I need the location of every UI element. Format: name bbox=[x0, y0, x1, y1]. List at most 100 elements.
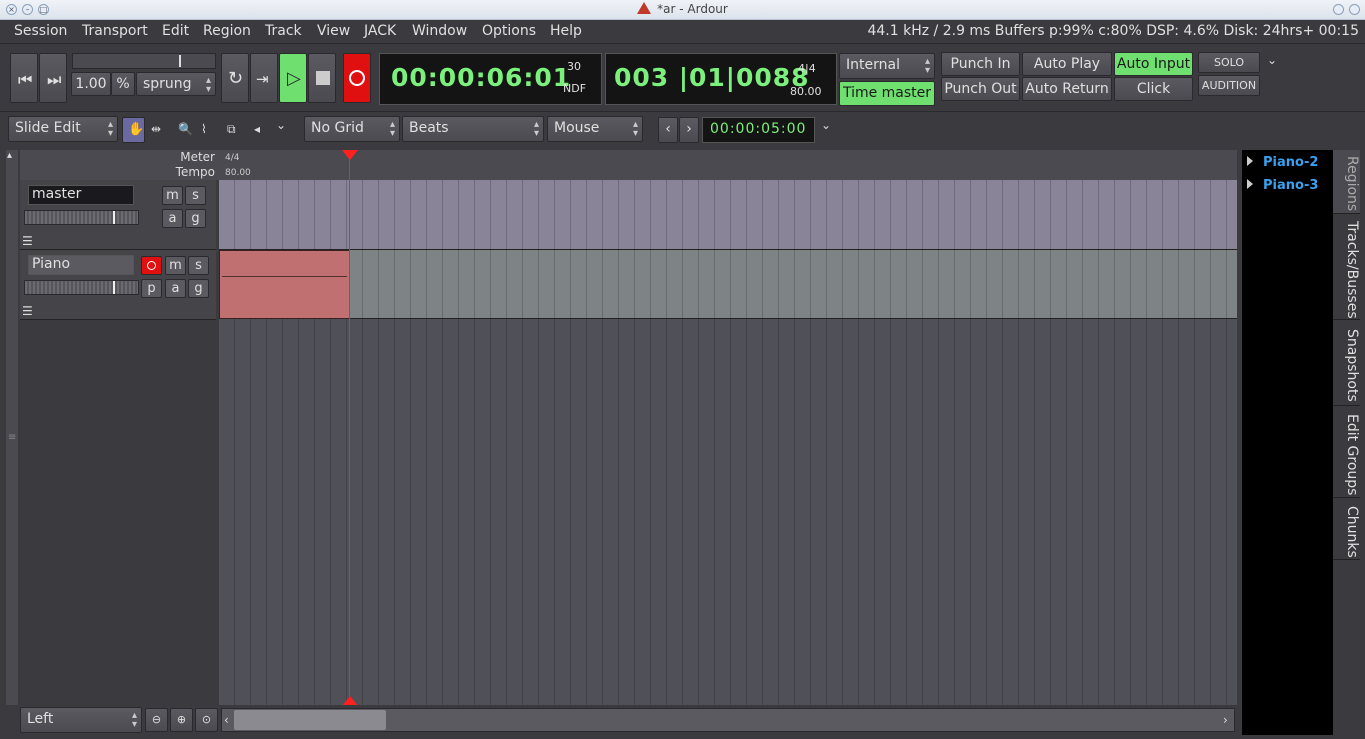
grid-type-select[interactable]: No Grid ▴ ▾ bbox=[304, 116, 400, 142]
tab-tracks-busses[interactable]: Tracks/Busses bbox=[1333, 216, 1360, 320]
punch-out-button[interactable]: Punch Out bbox=[941, 77, 1020, 101]
vertical-scrollbar[interactable]: ▴ ≡ ▾ bbox=[6, 150, 18, 735]
tempo-meter-ruler[interactable]: Meter Tempo 4/4 80.00 bbox=[20, 150, 1237, 180]
zoom-tool-icon[interactable]: 🔍 bbox=[178, 122, 193, 136]
nudge-more-chevron-icon[interactable]: ⌄ bbox=[821, 118, 831, 132]
playhead[interactable] bbox=[349, 152, 350, 705]
shuttle-mode-select[interactable]: sprung ▴ ▾ bbox=[136, 72, 216, 96]
record-arm-button[interactable] bbox=[141, 256, 162, 275]
scroll-left-icon[interactable]: ‹ bbox=[224, 713, 229, 727]
goto-end-button[interactable]: ⏭ bbox=[39, 53, 67, 103]
tab-regions[interactable]: Regions bbox=[1333, 150, 1360, 214]
speed-units-button[interactable]: % bbox=[111, 72, 135, 96]
audition-button[interactable]: AUDITION bbox=[1198, 75, 1260, 96]
play-range-button[interactable]: ⇥ bbox=[250, 53, 278, 103]
speed-display[interactable]: 1.00 bbox=[71, 72, 111, 96]
shuttle-slider[interactable] bbox=[72, 53, 216, 69]
menu-jack[interactable]: JACK bbox=[364, 23, 396, 39]
zoom-out-button[interactable]: ⊖ bbox=[145, 708, 168, 732]
playlist-button[interactable]: p bbox=[141, 279, 162, 298]
record-arm-icon bbox=[147, 261, 156, 270]
updown-arrows-icon: ▴ ▾ bbox=[924, 56, 930, 76]
track-header-master[interactable]: master m s a g ☰ bbox=[20, 180, 216, 250]
nudge-clock[interactable]: 00:00:05:00 bbox=[702, 117, 815, 143]
zoom-session-button[interactable]: ⊙ bbox=[195, 708, 218, 732]
audition-tool-icon[interactable]: ◂ bbox=[254, 122, 260, 136]
menu-session[interactable]: Session bbox=[14, 23, 67, 39]
automation-button[interactable]: a bbox=[165, 279, 186, 298]
secondary-clock[interactable]: 003 |01|0088 4|4 80.00 bbox=[605, 53, 837, 105]
window-menu-icon[interactable] bbox=[1333, 4, 1344, 15]
time-master-button[interactable]: Time master bbox=[839, 81, 935, 106]
transport-more-chevron-icon[interactable]: ⌄ bbox=[1267, 53, 1277, 67]
window-close-icon[interactable] bbox=[1349, 4, 1360, 15]
record-button[interactable] bbox=[343, 53, 371, 103]
expand-triangle-icon[interactable] bbox=[1247, 179, 1253, 189]
auto-input-button[interactable]: Auto Input bbox=[1114, 52, 1193, 76]
menu-view[interactable]: View bbox=[317, 23, 350, 39]
gain-tool-icon[interactable]: ⌇ bbox=[201, 122, 207, 136]
auto-play-button[interactable]: Auto Play bbox=[1022, 52, 1112, 76]
track-header-piano[interactable]: Piano m s p a g ☰ bbox=[20, 250, 216, 320]
menu-transport[interactable]: Transport bbox=[82, 23, 148, 39]
mute-button[interactable]: m bbox=[165, 256, 186, 275]
track-menu-icon[interactable]: ☰ bbox=[22, 304, 33, 318]
group-button[interactable]: g bbox=[188, 279, 209, 298]
stop-button[interactable] bbox=[308, 53, 336, 103]
track-name-field[interactable]: Piano bbox=[28, 255, 134, 275]
menu-edit[interactable]: Edit bbox=[162, 23, 189, 39]
drag-handle-icon[interactable]: ≡ bbox=[8, 432, 16, 443]
menu-track[interactable]: Track bbox=[265, 23, 302, 39]
track-menu-icon[interactable]: ☰ bbox=[22, 234, 33, 248]
click-button[interactable]: Click bbox=[1114, 77, 1193, 101]
group-button[interactable]: g bbox=[185, 209, 206, 228]
punch-in-button[interactable]: Punch In bbox=[941, 52, 1020, 76]
loop-button[interactable]: ↻ bbox=[221, 53, 249, 103]
horizontal-scrollbar[interactable]: ‹ › bbox=[221, 708, 1235, 732]
gain-fader[interactable] bbox=[24, 210, 139, 225]
sync-source-select[interactable]: Internal ▴ ▾ bbox=[839, 53, 935, 79]
scroll-right-icon[interactable]: › bbox=[1223, 713, 1228, 727]
auto-return-button[interactable]: Auto Return bbox=[1022, 77, 1112, 101]
nudge-backward-button[interactable]: ‹ bbox=[658, 117, 678, 143]
solo-track-button[interactable]: s bbox=[185, 186, 206, 205]
tab-chunks[interactable]: Chunks bbox=[1333, 500, 1360, 560]
primary-clock[interactable]: 00:00:06:01 30 NDF bbox=[379, 53, 602, 105]
menu-region[interactable]: Region bbox=[203, 23, 251, 39]
tempo-marker[interactable]: 80.00 bbox=[225, 168, 251, 178]
region-list-label: Piano-3 bbox=[1263, 178, 1319, 193]
goto-start-button[interactable]: ⏮ bbox=[10, 53, 38, 103]
expand-triangle-icon[interactable] bbox=[1247, 156, 1253, 166]
nudge-forward-button[interactable]: › bbox=[679, 117, 699, 143]
menu-help[interactable]: Help bbox=[550, 23, 582, 39]
edit-mode-select[interactable]: Slide Edit ▴ ▾ bbox=[8, 116, 118, 142]
menu-window[interactable]: Window bbox=[412, 23, 467, 39]
mute-button[interactable]: m bbox=[162, 186, 183, 205]
tools-more-chevron-icon[interactable]: ⌄ bbox=[276, 118, 286, 132]
zoom-focus-select[interactable]: Left ▴ ▾ bbox=[20, 707, 142, 733]
audio-region[interactable] bbox=[219, 250, 350, 319]
zoom-in-button[interactable]: ⊕ bbox=[170, 708, 193, 732]
tab-snapshots[interactable]: Snapshots bbox=[1333, 322, 1360, 406]
record-icon bbox=[349, 70, 365, 86]
gain-fader[interactable] bbox=[24, 280, 139, 295]
automation-button[interactable]: a bbox=[162, 209, 183, 228]
playhead-top-marker-icon[interactable] bbox=[342, 150, 358, 160]
range-tool-icon[interactable]: ⇹ bbox=[151, 122, 161, 136]
play-button[interactable]: ▷ bbox=[279, 53, 307, 103]
track-name-field[interactable]: master bbox=[28, 185, 134, 205]
region-list-item[interactable]: Piano-2 bbox=[1247, 155, 1318, 170]
scrollbar-thumb[interactable] bbox=[234, 710, 386, 730]
scroll-up-icon[interactable]: ▴ bbox=[7, 150, 12, 161]
editor-canvas[interactable] bbox=[219, 180, 1237, 705]
meter-marker[interactable]: 4/4 bbox=[225, 153, 239, 163]
solo-track-button[interactable]: s bbox=[188, 256, 209, 275]
grab-tool-button[interactable]: ✋ bbox=[122, 117, 145, 143]
grid-units-select[interactable]: Beats ▴ ▾ bbox=[402, 116, 544, 142]
menu-options[interactable]: Options bbox=[482, 23, 536, 39]
solo-button[interactable]: SOLO bbox=[1198, 52, 1260, 73]
edit-point-select[interactable]: Mouse ▴ ▾ bbox=[547, 116, 643, 142]
region-list-item[interactable]: Piano-3 bbox=[1247, 178, 1318, 193]
stretch-tool-icon[interactable]: ⧉ bbox=[227, 122, 236, 137]
tab-edit-groups[interactable]: Edit Groups bbox=[1333, 408, 1360, 498]
